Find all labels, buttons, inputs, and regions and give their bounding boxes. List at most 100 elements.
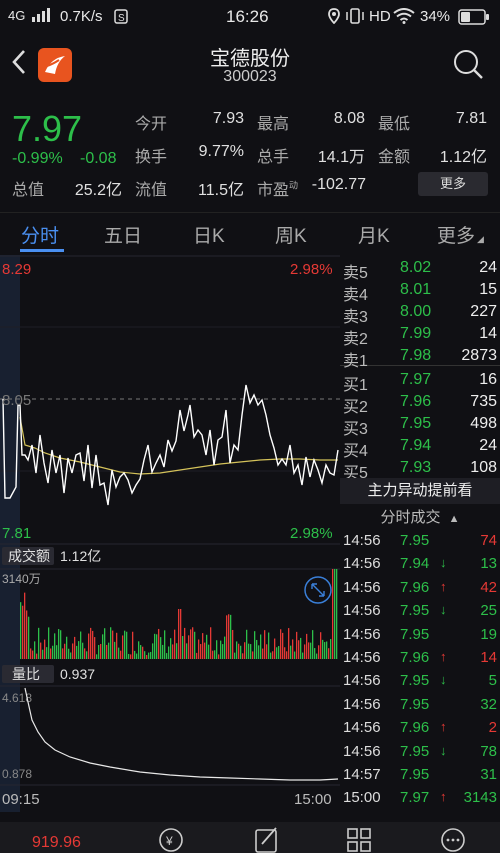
book-volume: 24 xyxy=(479,437,497,454)
volume-bar xyxy=(266,644,268,659)
volume-bar xyxy=(206,634,208,659)
book-volume: 227 xyxy=(470,303,497,320)
volume-bar xyxy=(52,645,54,659)
volume-bar xyxy=(104,628,106,659)
volume-bar xyxy=(196,652,198,659)
volume-bar xyxy=(144,651,146,659)
volume-bar xyxy=(310,642,312,659)
volume-bar xyxy=(182,636,184,659)
bid-row[interactable]: 买1 7.97 16 xyxy=(340,371,500,394)
search-button[interactable] xyxy=(452,48,484,85)
volume-bar xyxy=(286,651,288,659)
ask-row[interactable]: 卖4 8.01 15 xyxy=(340,281,500,304)
tick-row[interactable]: 14:56 7.95 ↓ 78 xyxy=(340,743,500,766)
book-price: 7.99 xyxy=(400,325,432,342)
tick-row[interactable]: 14:56 7.96 ↑ 14 xyxy=(340,649,500,672)
stock-header: 宝德股份 300023 xyxy=(0,34,500,94)
tick-time: 14:56 xyxy=(343,719,381,737)
bid-row[interactable]: 买4 7.94 24 xyxy=(340,437,500,460)
tick-list-header[interactable]: 分时成交 ▲ xyxy=(340,506,500,530)
volume-bar xyxy=(24,592,26,659)
book-volume: 2873 xyxy=(461,347,497,364)
volume-bar xyxy=(60,630,62,659)
tick-price: 7.96 xyxy=(400,578,430,596)
volume-bar xyxy=(262,648,264,659)
book-price: 8.02 xyxy=(400,259,432,276)
bid-row[interactable]: 买2 7.96 735 xyxy=(340,393,500,416)
volume-ratio-chart[interactable]: 量比 0.937 4.618 0.878 09:15 15:00 xyxy=(0,662,340,812)
ask-row[interactable]: 卖3 8.00 227 xyxy=(340,303,500,326)
active-tab-indicator xyxy=(20,249,64,252)
hd-indicator: HD xyxy=(369,8,391,25)
book-volume: 15 xyxy=(479,281,497,298)
tab-intraday[interactable]: 分时 xyxy=(21,221,59,248)
volume-bar xyxy=(146,654,148,659)
volume-bar xyxy=(210,627,212,659)
book-volume: 24 xyxy=(479,259,497,276)
book-price: 7.93 xyxy=(400,459,432,476)
volume-chart[interactable]: 成交额 1.12亿 3140万 xyxy=(0,545,340,662)
tick-time: 14:56 xyxy=(343,532,381,549)
book-level-label: 买1 xyxy=(343,377,368,394)
tab-daily-k[interactable]: 日K xyxy=(193,221,225,248)
tick-price: 7.95 xyxy=(400,602,430,620)
tab-monthly-k[interactable]: 月K xyxy=(358,221,390,248)
book-level-label: 卖1 xyxy=(343,353,368,370)
tick-volume: 2 xyxy=(488,719,497,737)
edit-icon[interactable] xyxy=(254,826,280,853)
tick-row[interactable]: 15:00 7.97 ↑ 3143 xyxy=(340,789,500,812)
tick-row[interactable]: 14:56 7.94 ↓ 13 xyxy=(340,555,500,578)
bid-row[interactable]: 买3 7.95 498 xyxy=(340,415,500,438)
volume-bars xyxy=(20,569,338,659)
tab-weekly-k[interactable]: 周K xyxy=(275,221,307,248)
tick-volume: 3143 xyxy=(463,789,497,807)
volume-bar xyxy=(188,635,190,659)
volume-bar xyxy=(100,643,102,659)
ask-row[interactable]: 卖1 7.98 2873 xyxy=(340,347,500,370)
location-icon xyxy=(328,8,340,28)
tick-row[interactable]: 14:56 7.96 ↑ 42 xyxy=(340,579,500,602)
tick-volume: 25 xyxy=(480,602,497,620)
more-menu-icon[interactable] xyxy=(440,826,466,853)
index-value[interactable]: 919.96 xyxy=(32,834,81,852)
volume-bar xyxy=(258,645,260,659)
volume-bar xyxy=(264,630,266,659)
tick-row[interactable]: 14:56 7.96 ↑ 2 xyxy=(340,719,500,742)
chart-tabs: 分时 五日 日K 周K 月K 更多 ◢ xyxy=(0,212,500,254)
tick-row[interactable]: 14:56 7.95 ↓ 25 xyxy=(340,602,500,625)
tick-row[interactable]: 14:56 7.95 ↓ 5 xyxy=(340,672,500,695)
volume-bar xyxy=(160,637,162,659)
intraday-chart[interactable]: 8.29 2.98% 8.05 7.81 2.98% xyxy=(0,255,340,545)
ask-row[interactable]: 卖2 7.99 14 xyxy=(340,325,500,348)
tick-row[interactable]: 14:56 7.95 32 xyxy=(340,696,500,719)
volume-bar xyxy=(98,644,100,659)
volume-bar xyxy=(308,642,310,659)
volume-bar xyxy=(150,651,152,659)
pe-label: 市盈动 xyxy=(257,176,298,200)
grid-icon[interactable] xyxy=(346,826,372,853)
trade-icon[interactable]: ¥ xyxy=(158,826,184,853)
volume-bar xyxy=(326,641,328,659)
tick-row[interactable]: 14:56 7.95 19 xyxy=(340,626,500,649)
search-icon xyxy=(454,50,483,79)
more-info-button[interactable]: 更多 xyxy=(418,172,488,196)
volume-bar xyxy=(276,647,278,659)
tick-row[interactable]: 14:56 7.95 74 xyxy=(340,532,500,555)
dropdown-triangle-icon: ◢ xyxy=(477,234,484,244)
tick-row[interactable]: 14:57 7.95 31 xyxy=(340,766,500,789)
volume-bar xyxy=(120,650,122,659)
tick-time: 14:56 xyxy=(343,649,381,666)
ask-row[interactable]: 卖5 8.02 24 xyxy=(340,259,500,282)
main-force-anomaly-button[interactable]: 主力异动提前看 xyxy=(340,478,500,504)
tab-more[interactable]: 更多 ◢ xyxy=(437,221,484,248)
book-volume: 108 xyxy=(470,459,497,476)
volume-bar xyxy=(148,652,150,659)
tick-list[interactable]: 14:56 7.95 74 14:56 7.94 ↓ 13 14:56 7.96 ↑ 42 14:56… xyxy=(340,532,500,812)
volume-bar xyxy=(108,642,110,659)
volume-bar xyxy=(216,640,218,659)
volume-bar xyxy=(318,645,320,659)
volume-bar xyxy=(142,646,144,659)
tab-five-day[interactable]: 五日 xyxy=(104,221,142,248)
book-price: 7.97 xyxy=(400,371,432,388)
ratio-value: 0.937 xyxy=(60,666,95,682)
